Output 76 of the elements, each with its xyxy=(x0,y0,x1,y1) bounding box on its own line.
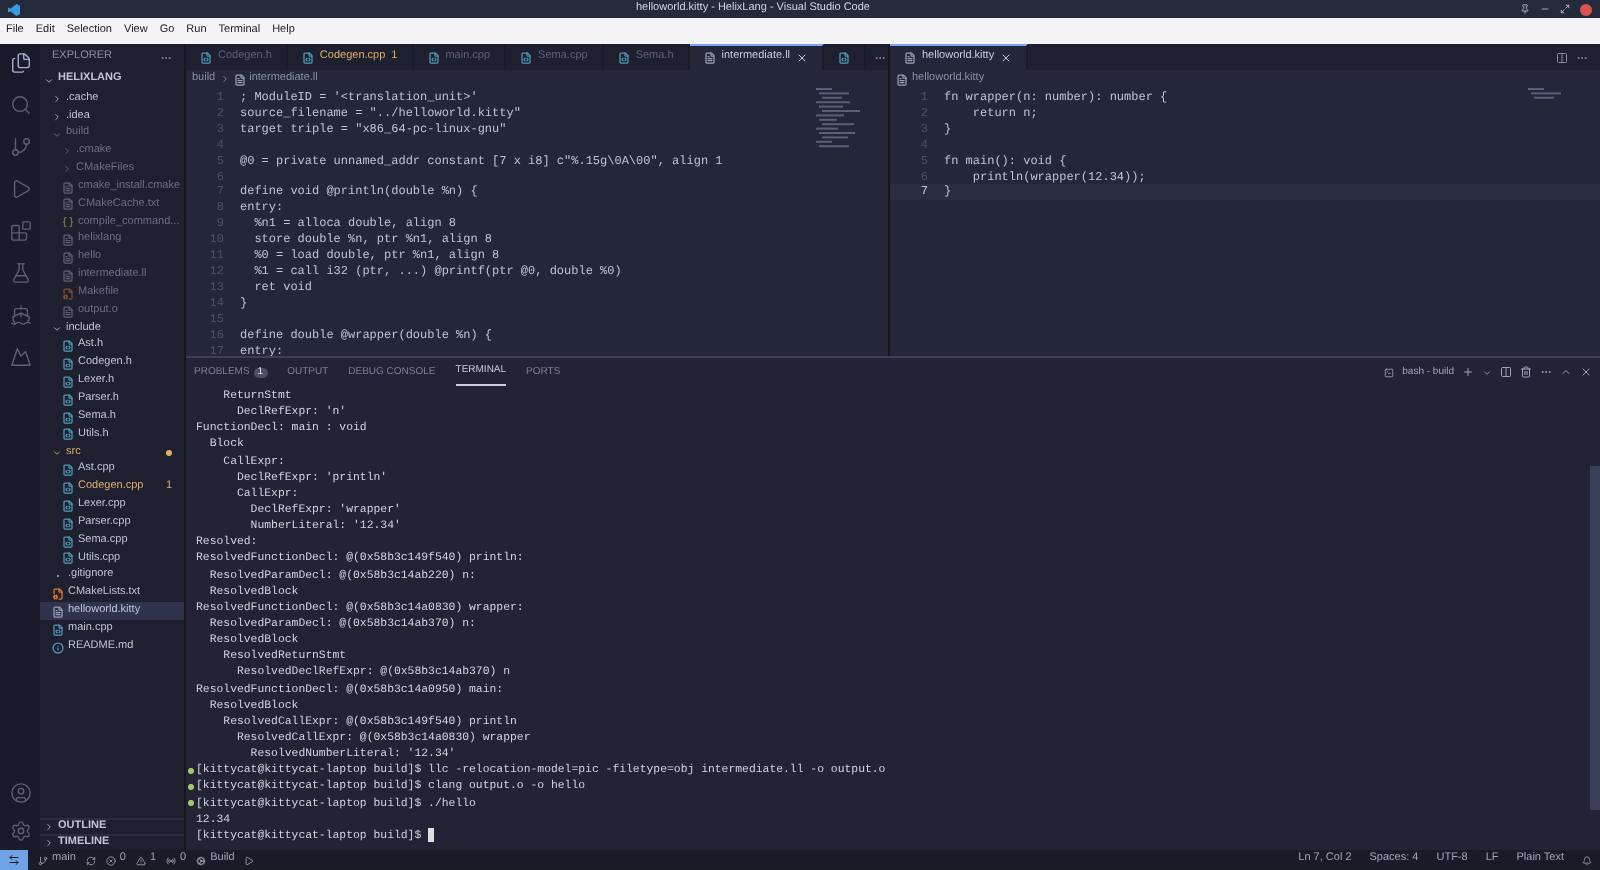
trash-icon[interactable] xyxy=(1520,366,1532,378)
minimize-icon[interactable] xyxy=(1540,4,1550,14)
info-icon xyxy=(52,641,64,654)
code-file-icon xyxy=(62,535,74,548)
text-file-icon xyxy=(62,181,74,194)
gear-file-icon xyxy=(52,588,64,601)
text-file-icon xyxy=(904,52,916,64)
code-file-icon xyxy=(200,51,212,63)
play-icon[interactable] xyxy=(244,855,255,865)
code-file-icon xyxy=(62,393,74,406)
chevron-right-icon xyxy=(219,74,230,84)
code-file-icon xyxy=(62,375,74,388)
close-button[interactable] xyxy=(1580,3,1592,15)
split-terminal-icon[interactable] xyxy=(1500,366,1512,378)
code-file-icon xyxy=(838,51,851,63)
chevron-down-icon xyxy=(52,447,62,458)
code-file-icon xyxy=(52,623,64,636)
text-file-icon xyxy=(233,73,246,85)
code-file-icon xyxy=(62,499,74,512)
close-icon[interactable] xyxy=(1000,52,1013,64)
code-file-icon xyxy=(62,411,74,424)
text-file-icon xyxy=(62,305,74,318)
gear-icon xyxy=(196,855,207,865)
account-icon[interactable] xyxy=(9,782,31,804)
close-icon[interactable] xyxy=(796,52,809,64)
pin-icon[interactable] xyxy=(1520,4,1530,14)
split-editor-icon[interactable] xyxy=(1556,51,1568,63)
text-file-icon xyxy=(62,269,74,282)
error-icon xyxy=(105,855,116,865)
flask-icon[interactable] xyxy=(9,262,31,284)
gear-file-icon xyxy=(62,287,74,300)
maximize-panel-icon[interactable] xyxy=(1560,366,1572,378)
code-file-icon xyxy=(62,428,74,441)
text-file-icon xyxy=(703,52,716,64)
extensions-icon[interactable] xyxy=(9,220,31,242)
braces-icon xyxy=(62,216,74,229)
text-file-icon xyxy=(62,252,74,265)
text-file-icon xyxy=(62,234,74,247)
warning-icon xyxy=(135,855,146,865)
maximize-icon[interactable] xyxy=(1560,4,1570,14)
code-file-icon xyxy=(62,358,74,371)
text-file-icon xyxy=(52,605,64,618)
code-file-icon xyxy=(62,464,74,477)
settings-icon[interactable] xyxy=(9,820,31,842)
minimap-drawing xyxy=(816,88,860,150)
close-icon[interactable] xyxy=(1580,366,1592,378)
files-icon[interactable] xyxy=(9,52,31,74)
code-file-icon xyxy=(62,340,74,353)
code-file-icon xyxy=(301,51,314,63)
source-control-icon[interactable] xyxy=(9,136,31,158)
code-file-icon xyxy=(427,51,440,63)
mountain-icon[interactable] xyxy=(9,346,31,368)
new-terminal-icon[interactable] xyxy=(1462,366,1474,378)
code-file-icon xyxy=(62,552,74,565)
search-icon[interactable] xyxy=(9,94,31,116)
text-file-icon xyxy=(896,73,908,85)
run-debug-icon[interactable] xyxy=(9,178,31,200)
code-file-icon xyxy=(62,481,74,494)
remote-button[interactable] xyxy=(0,850,28,870)
chevron-down-icon xyxy=(52,323,62,334)
sync-icon[interactable] xyxy=(85,855,96,865)
ship-icon[interactable] xyxy=(9,304,31,326)
bell-icon[interactable] xyxy=(1582,855,1592,865)
branch-icon xyxy=(38,855,48,865)
code-file-icon xyxy=(617,51,630,63)
text-file-icon xyxy=(62,198,74,211)
remote-icon xyxy=(8,854,20,866)
chevron-down-icon xyxy=(52,129,62,140)
chevron-down-icon[interactable] xyxy=(1482,367,1492,377)
code-file-icon xyxy=(520,51,533,63)
terminal-cursor xyxy=(427,828,435,843)
terminal-icon xyxy=(1384,367,1395,377)
ports-icon xyxy=(166,855,177,865)
chevron-down-icon xyxy=(44,75,54,85)
code-file-icon xyxy=(62,517,74,530)
app-logo-icon xyxy=(8,3,20,15)
